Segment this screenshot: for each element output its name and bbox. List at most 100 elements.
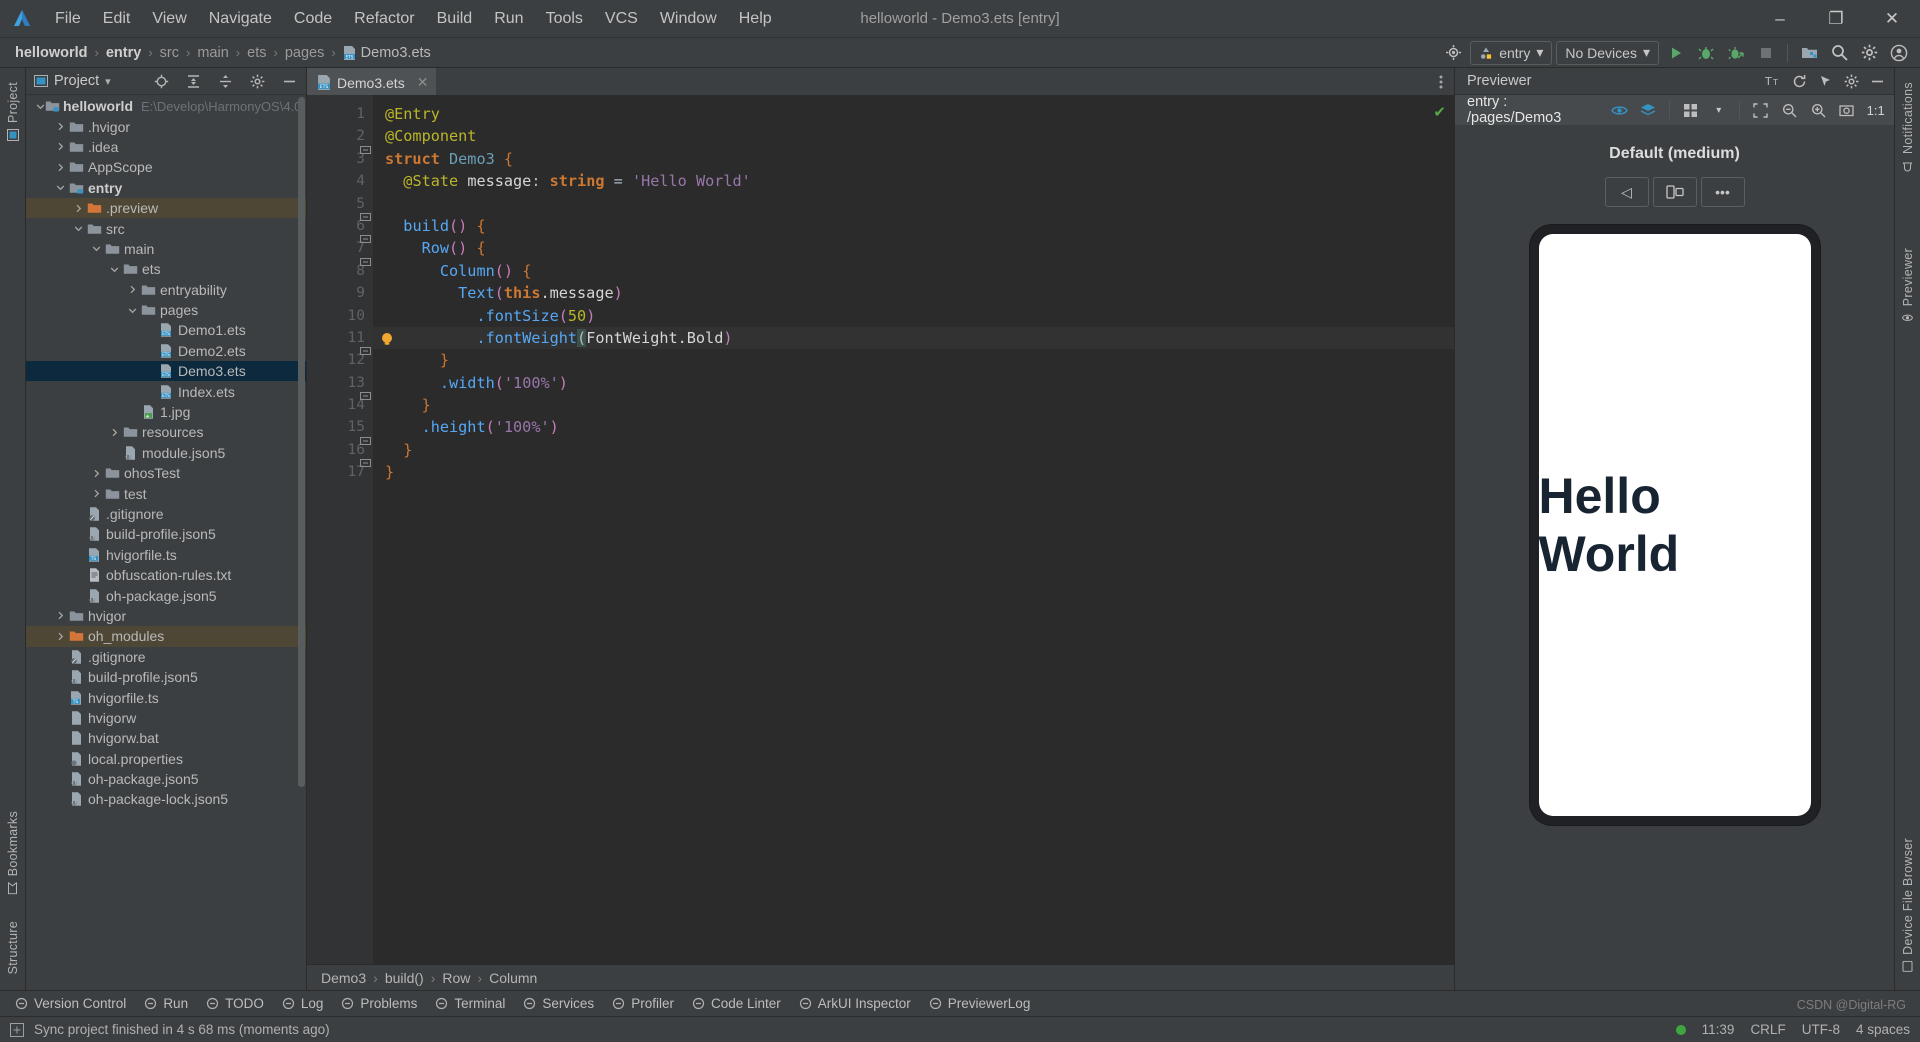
menu-item-help[interactable]: Help [728, 5, 783, 33]
line-number[interactable]: 9 [307, 282, 373, 304]
tree-row--idea[interactable]: .idea [26, 137, 306, 157]
project-tree-scrollbar[interactable] [298, 97, 305, 787]
inspector-icon[interactable] [1812, 68, 1838, 94]
account-avatar-icon[interactable] [1886, 40, 1912, 66]
status-encoding[interactable]: UTF-8 [1802, 1022, 1840, 1037]
panel-settings-icon[interactable] [244, 68, 270, 94]
previewer-settings-icon[interactable] [1838, 68, 1864, 94]
tree-row-pages[interactable]: pages [26, 300, 306, 320]
menu-item-refactor[interactable]: Refactor [343, 5, 425, 33]
layers-icon[interactable] [1636, 97, 1661, 123]
tree-row-helloworld[interactable]: helloworld E:\Develop\HarmonyOS\4.0\ [26, 96, 306, 116]
tree-row-module-json5[interactable]: {} module.json5 [26, 443, 306, 463]
tree-row-oh-package-json5[interactable]: {} oh-package.json5 [26, 769, 306, 789]
previewer-more-button[interactable]: ••• [1700, 177, 1745, 207]
code-fold-toggle[interactable] [360, 392, 371, 403]
tool-window-problems[interactable]: Problems [332, 994, 426, 1013]
tool-window-todo[interactable]: TODO [197, 994, 273, 1013]
menu-bar[interactable]: File Edit View Navigate Code Refactor Bu… [44, 5, 783, 33]
code-line[interactable]: .width('100%') [373, 372, 1454, 394]
chevron-right-icon[interactable] [108, 428, 121, 437]
chevron-down-icon[interactable] [72, 224, 85, 233]
code-line[interactable]: struct Demo3 { [373, 148, 1454, 170]
device-selector[interactable]: No Devices ▾ [1556, 40, 1659, 65]
chevron-down-icon[interactable] [36, 102, 45, 111]
code-line[interactable]: } [373, 461, 1454, 483]
line-number[interactable]: 10 [307, 305, 373, 327]
code-line[interactable]: } [373, 394, 1454, 416]
zoom-out-icon[interactable] [1777, 97, 1802, 123]
select-opened-file-icon[interactable] [148, 68, 174, 94]
line-number[interactable]: 15 [307, 416, 373, 438]
tree-row-demo2-ets[interactable]: ETS Demo2.ets [26, 341, 306, 361]
intention-lightbulb-icon[interactable] [379, 331, 395, 347]
debug-button[interactable] [1693, 40, 1719, 66]
code-fold-toggle[interactable] [360, 459, 371, 470]
tree-row-main[interactable]: main [26, 239, 306, 259]
code-line[interactable]: @Component [373, 125, 1454, 147]
code-fold-toggle[interactable] [360, 347, 371, 358]
code-line[interactable]: @State message: string = 'Hello World' [373, 170, 1454, 192]
rail-item-previewer[interactable]: Previewer [1901, 240, 1915, 331]
project-panel-chevron-icon[interactable]: ▾ [105, 75, 111, 88]
tool-window-terminal[interactable]: Terminal [426, 994, 514, 1013]
chevron-right-icon[interactable] [54, 163, 67, 172]
line-number[interactable]: 13 [307, 372, 373, 394]
maximize-button[interactable]: ❐ [1808, 0, 1864, 38]
target-icon[interactable] [1440, 40, 1466, 66]
tree-row-resources[interactable]: resources [26, 422, 306, 442]
inspection-status-icon[interactable]: ✔ [1433, 103, 1446, 121]
tree-row-hvigorw[interactable]: hvigorw [26, 708, 306, 728]
device-manager-icon[interactable] [1796, 40, 1822, 66]
menu-item-code[interactable]: Code [283, 5, 343, 33]
editor-options-icon[interactable] [1428, 68, 1454, 95]
line-number[interactable]: 5 [307, 193, 373, 215]
tree-row-appscope[interactable]: AppScope [26, 157, 306, 177]
menu-item-window[interactable]: Window [649, 5, 728, 33]
module-selector[interactable]: entry ▾ [1470, 40, 1553, 65]
tree-row-entry[interactable]: entry [26, 178, 306, 198]
expand-all-icon[interactable] [180, 68, 206, 94]
bottom-breadcrumb-column[interactable]: Column [489, 970, 537, 986]
zoom-ratio-label[interactable]: 1:1 [1863, 97, 1888, 123]
tree-row-obfuscation-rules-txt[interactable]: obfuscation-rules.txt [26, 565, 306, 585]
code-line[interactable]: .fontSize(50) [373, 305, 1454, 327]
line-number[interactable]: 4 [307, 170, 373, 192]
screenshot-icon[interactable] [1834, 97, 1859, 123]
tree-row-index-ets[interactable]: ETS Index.ets [26, 381, 306, 401]
breadcrumb-main[interactable]: main [192, 43, 233, 63]
bottom-breadcrumb-row[interactable]: Row [442, 970, 470, 986]
previewer-rotate-button[interactable] [1652, 177, 1697, 207]
tree-row-build-profile-json5[interactable]: {} build-profile.json5 [26, 667, 306, 687]
close-icon[interactable]: ✕ [411, 74, 429, 91]
code-line[interactable]: .fontWeight(FontWeight.Bold) [373, 326, 1454, 350]
chevron-down-icon[interactable] [126, 306, 139, 315]
project-tree[interactable]: helloworld E:\Develop\HarmonyOS\4.0\ .hvig… [26, 95, 306, 990]
code-line[interactable]: Text(this.message) [373, 282, 1454, 304]
attach-debugger-button[interactable] [1723, 40, 1749, 66]
editor-tab-demo3[interactable]: ETS Demo3.ets ✕ [307, 68, 437, 95]
tree-row-src[interactable]: src [26, 218, 306, 238]
visibility-eye-icon[interactable] [1607, 97, 1632, 123]
menu-item-run[interactable]: Run [483, 5, 534, 33]
menu-item-tools[interactable]: Tools [535, 5, 594, 33]
tree-row-ets[interactable]: ets [26, 259, 306, 279]
font-size-icon[interactable]: TT [1760, 68, 1786, 94]
menu-item-navigate[interactable]: Navigate [198, 5, 283, 33]
minimize-button[interactable]: – [1752, 0, 1808, 38]
code-editor[interactable]: 1 2 3 4 5 6 7 8 9 10 11 12 13 14 15 16 17 @Entry @Compone… [307, 95, 1454, 964]
tree-row-hvigorfile-ts[interactable]: TS hvigorfile.ts [26, 687, 306, 707]
line-number[interactable]: 2 [307, 125, 373, 147]
code-line[interactable]: .height('100%') [373, 416, 1454, 438]
code-fold-toggle[interactable] [360, 257, 371, 269]
tree-row-entryability[interactable]: entryability [26, 280, 306, 300]
code-line[interactable]: @Entry [373, 103, 1454, 125]
chevron-right-icon[interactable] [54, 122, 67, 131]
rail-item-structure[interactable]: Structure [6, 913, 20, 982]
chevron-right-icon[interactable] [54, 632, 67, 641]
breadcrumb-ets[interactable]: ets [242, 43, 271, 63]
stop-button[interactable] [1753, 40, 1779, 66]
menu-item-build[interactable]: Build [426, 5, 484, 33]
tool-window-previewerlog[interactable]: PreviewerLog [920, 994, 1040, 1013]
tree-row--gitignore[interactable]: .gitignore [26, 647, 306, 667]
